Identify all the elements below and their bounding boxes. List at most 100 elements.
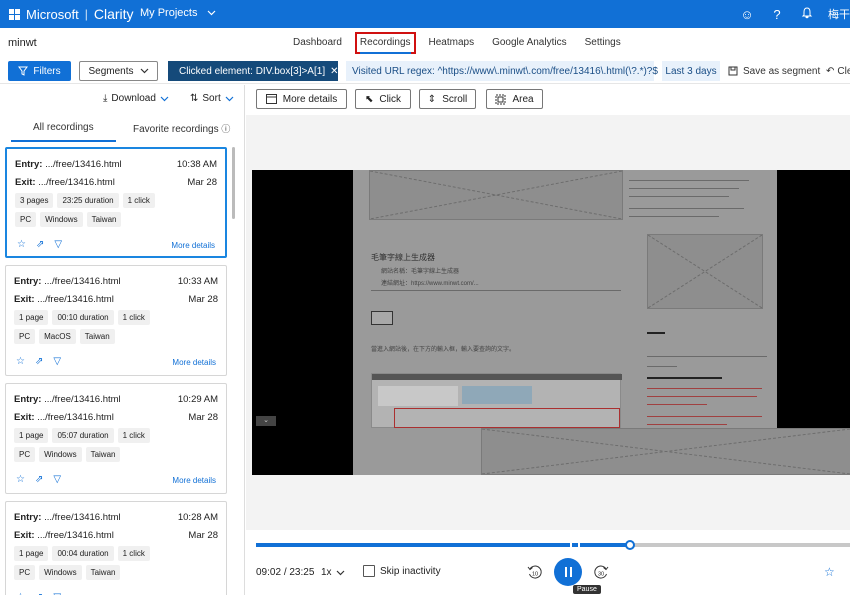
funnel-icon — [18, 66, 29, 76]
click-button[interactable]: ⬉ Click — [355, 89, 411, 109]
click-event-marker[interactable] — [578, 542, 580, 548]
tab-dashboard[interactable]: Dashboard — [284, 28, 351, 58]
text-line — [647, 356, 767, 357]
share-icon[interactable]: ⇗ — [35, 356, 43, 367]
entry-prefix: Entry: — [14, 394, 42, 405]
skip-inactivity-checkbox[interactable] — [363, 565, 375, 577]
entry-url: .../free/13416.html — [44, 276, 121, 287]
help-icon[interactable]: ? — [762, 7, 792, 22]
replayed-page: 毛筆字線上生成器 網站名稱：毛筆字線上生成器 連結網址：https://www.… — [353, 170, 850, 475]
timeline-scrubber-handle[interactable] — [624, 540, 635, 550]
projects-dropdown[interactable]: My Projects — [140, 7, 216, 19]
entry-page: Entry: .../free/13416.html — [14, 276, 121, 287]
main-tabs: Dashboard Recordings Heatmaps Google Ana… — [284, 28, 630, 58]
click-event-marker[interactable] — [570, 542, 572, 548]
favorite-star-icon[interactable]: ☆ — [16, 474, 25, 485]
playback-timeline[interactable] — [256, 540, 850, 550]
playback-time: 09:02 / 23:25 — [256, 567, 314, 578]
filters-label: Filters — [33, 65, 61, 77]
recording-time: 10:38 AM — [176, 159, 217, 170]
chevron-down-icon — [225, 96, 234, 101]
os-badge: MacOS — [39, 329, 76, 344]
scroll-button[interactable]: ⇕ Scroll — [419, 89, 476, 109]
brand-name: Microsoft — [26, 6, 79, 22]
sort-dropdown[interactable]: ⇅ Sort — [190, 93, 234, 104]
projects-label: My Projects — [140, 7, 198, 19]
area-button[interactable]: Area — [486, 89, 543, 109]
download-label: Download — [111, 93, 156, 104]
entry-page: Entry: .../free/13416.html — [15, 159, 122, 170]
filter-funnel-icon[interactable]: ▽ — [53, 356, 61, 367]
undo-icon: ↶ — [826, 65, 835, 77]
pause-button[interactable] — [554, 558, 582, 586]
clicked-element-filter-chip[interactable]: Clicked element: DIV.box[3]>A[1] ✕ — [168, 61, 339, 81]
sort-icon: ⇅ — [190, 93, 199, 104]
text-line — [647, 416, 762, 417]
current-time: 09:02 — [256, 567, 282, 578]
tab-all-recordings[interactable]: All recordings — [11, 122, 116, 142]
download-dropdown[interactable]: ⤓ Download — [103, 93, 169, 104]
share-icon[interactable]: ⇗ — [35, 474, 43, 485]
filter-funnel-icon[interactable]: ▽ — [54, 239, 62, 250]
product-name[interactable]: Clarity — [94, 6, 134, 22]
exit-url: .../free/13416.html — [38, 177, 115, 188]
clear-filters-button[interactable]: ↶ Cle — [826, 61, 850, 81]
more-details-link[interactable]: More details — [172, 358, 216, 367]
tab-heatmaps[interactable]: Heatmaps — [420, 28, 484, 58]
tab-google-analytics[interactable]: Google Analytics — [483, 28, 576, 58]
segments-dropdown[interactable]: Segments — [79, 61, 158, 81]
favorite-star-icon[interactable]: ☆ — [17, 239, 26, 250]
player-controls: 09:02 / 23:25 1x Skip inactivity 10 30 P… — [246, 550, 850, 595]
remove-filter-icon[interactable]: ✕ — [330, 66, 338, 77]
more-details-link[interactable]: More details — [171, 241, 215, 250]
filter-row: Filters Segments Clicked element: DIV.bo… — [0, 58, 850, 84]
entry-url: .../free/13416.html — [45, 159, 122, 170]
share-icon[interactable]: ⇗ — [36, 239, 44, 250]
entry-prefix: Entry: — [14, 276, 42, 287]
entry-url: .../free/13416.html — [44, 512, 121, 523]
url-regex-filter-chip[interactable]: Visited URL regex: ^https://www\.minwt\.… — [346, 61, 671, 81]
pages-badge: 1 page — [14, 310, 49, 325]
skip-inactivity-toggle[interactable]: Skip inactivity — [363, 565, 441, 577]
click-label: Click — [379, 93, 402, 105]
more-details-button[interactable]: More details — [256, 89, 347, 109]
os-badge: Windows — [40, 212, 83, 227]
tab-recordings[interactable]: Recordings — [351, 28, 420, 58]
exit-page: Exit: .../free/13416.html — [14, 294, 114, 305]
favorite-star-icon[interactable]: ☆ — [824, 565, 835, 579]
scroll-label: Scroll — [442, 93, 468, 105]
pages-badge: 1 page — [14, 428, 49, 443]
notifications-bell-icon[interactable] — [792, 6, 822, 22]
date-range-chip[interactable]: Last 3 days — [662, 61, 720, 81]
url-regex-label: Visited URL regex: ^https://www\.minwt\.… — [352, 65, 658, 77]
filter-funnel-icon[interactable]: ▽ — [53, 474, 61, 485]
tab-favorite-recordings[interactable]: Favorite recordings ⓘ — [133, 122, 230, 135]
list-scrollbar[interactable] — [232, 147, 235, 219]
clear-label: Cle — [837, 65, 850, 77]
filters-button[interactable]: Filters — [8, 61, 71, 81]
rewind-10-button[interactable]: 10 — [526, 563, 544, 581]
save-as-segment-button[interactable]: Save as segment — [728, 61, 820, 81]
tab-settings[interactable]: Settings — [576, 28, 630, 58]
more-details-link[interactable]: More details — [172, 476, 216, 485]
favorite-star-icon[interactable]: ☆ — [16, 356, 25, 367]
device-badge: PC — [14, 447, 36, 462]
collapse-chevron-icon[interactable]: ⌄ — [256, 416, 276, 426]
segments-label: Segments — [88, 65, 134, 77]
feedback-smiley-icon[interactable]: ☺ — [732, 7, 762, 22]
exit-page: Exit: .../free/13416.html — [14, 530, 114, 541]
entry-prefix: Entry: — [14, 512, 42, 523]
recording-card[interactable]: Entry: .../free/13416.html Exit: .../free… — [5, 501, 227, 595]
country-badge: Taiwan — [85, 565, 121, 580]
user-menu[interactable]: 梅干 — [828, 6, 850, 22]
recording-card[interactable]: Entry: .../free/13416.html Exit: .../free… — [5, 265, 227, 376]
recording-card[interactable]: Entry: .../free/13416.html Exit: .../free… — [5, 383, 227, 494]
text-line — [629, 196, 729, 197]
entry-prefix: Entry: — [15, 159, 43, 170]
pause-bar-icon — [564, 567, 567, 577]
save-disk-icon — [728, 66, 738, 76]
recording-card[interactable]: Entry: .../free/13416.html Exit: .../free… — [5, 147, 227, 258]
speed-dropdown[interactable]: 1x — [321, 567, 345, 578]
session-replay-viewport[interactable]: 毛筆字線上生成器 網站名稱：毛筆字線上生成器 連結網址：https://www.… — [252, 170, 850, 475]
forward-30-button[interactable]: 30 — [592, 563, 610, 581]
